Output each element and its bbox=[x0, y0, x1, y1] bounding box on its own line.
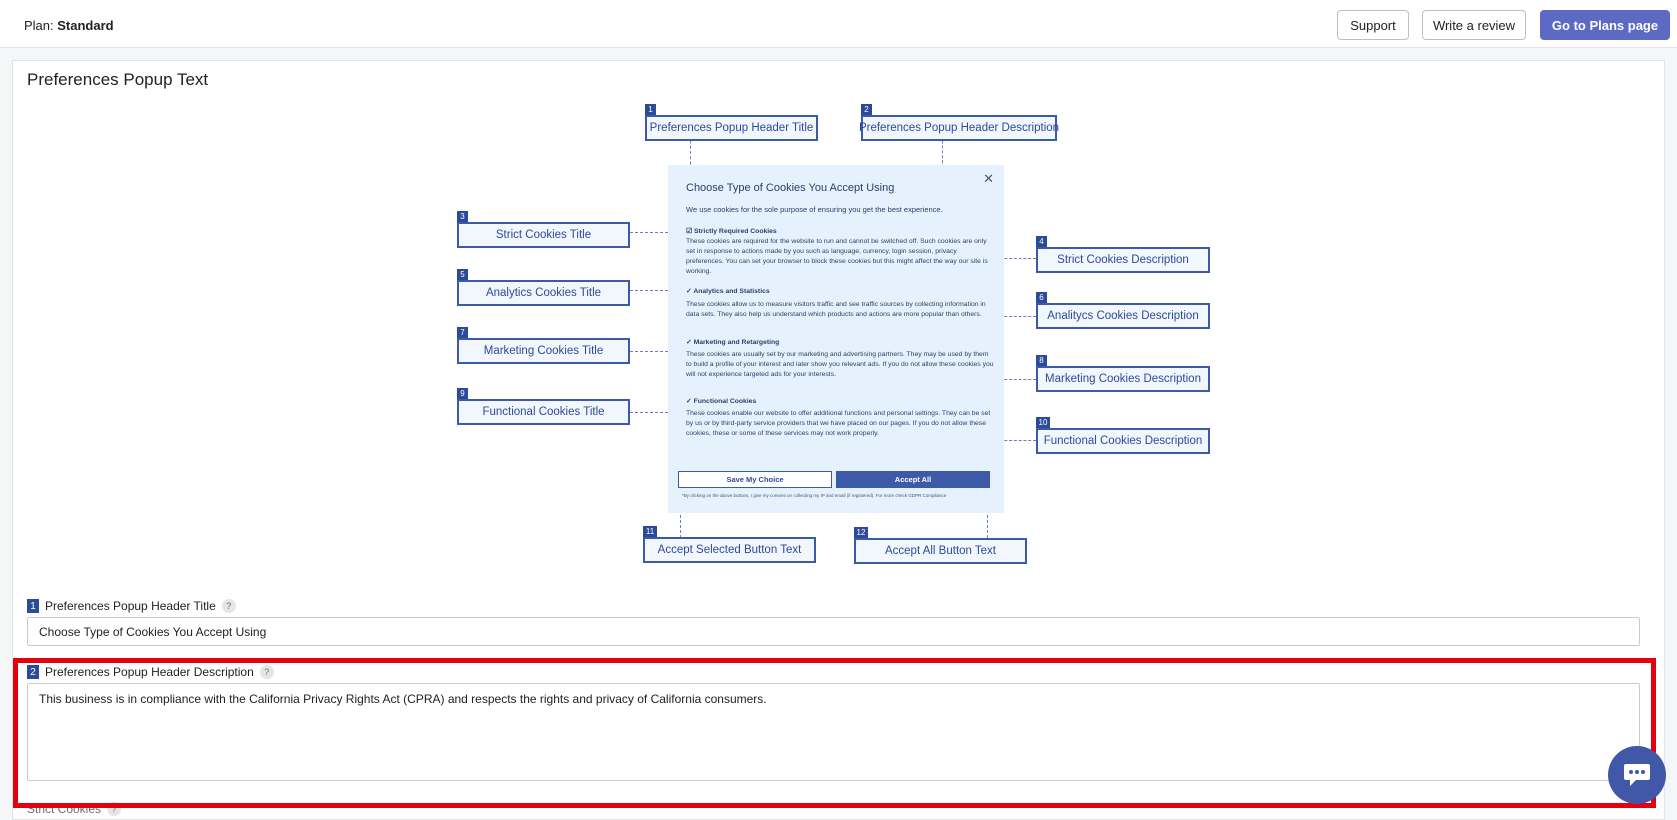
callout-strict-title: Strict Cookies Title bbox=[457, 222, 630, 248]
callout-number: 1 bbox=[645, 104, 656, 115]
callout-number: 3 bbox=[457, 211, 468, 222]
header-title-label-text: Preferences Popup Header Title bbox=[45, 599, 216, 613]
chat-icon bbox=[1624, 764, 1650, 786]
popup-section-desc: These cookies are usually set by our mar… bbox=[686, 351, 994, 378]
check-icon: ✓ bbox=[686, 339, 694, 346]
callout-number: 7 bbox=[457, 327, 468, 338]
callout-accept-selected: Accept Selected Button Text bbox=[643, 537, 816, 563]
popup-section-title: ✓ Functional Cookies bbox=[686, 398, 757, 405]
header-title-input[interactable] bbox=[27, 617, 1640, 646]
callout-accept-all: Accept All Button Text bbox=[854, 538, 1027, 564]
callout-marketing-title: Marketing Cookies Title bbox=[457, 338, 630, 364]
callout-number: 6 bbox=[1036, 292, 1047, 303]
popup-section-title: ☑ Strictly Required Cookies bbox=[686, 228, 777, 235]
chat-button[interactable] bbox=[1608, 746, 1666, 804]
popup-section-desc: These cookies are required for the websi… bbox=[686, 238, 988, 275]
checkbox-icon: ☑ bbox=[686, 228, 694, 235]
close-icon: ✕ bbox=[983, 171, 994, 186]
callout-functional-description: Functional Cookies Description bbox=[1036, 428, 1210, 454]
write-review-button[interactable]: Write a review bbox=[1422, 10, 1526, 40]
connector-11 bbox=[680, 510, 681, 538]
callout-number: 8 bbox=[1036, 355, 1047, 366]
support-button[interactable]: Support bbox=[1337, 10, 1409, 40]
callout-number: 10 bbox=[1036, 417, 1050, 428]
callout-strict-description: Strict Cookies Description bbox=[1036, 247, 1210, 273]
popup-accept-all-button: Accept All bbox=[836, 471, 990, 488]
callout-number: 12 bbox=[854, 527, 868, 538]
callout-number: 5 bbox=[457, 269, 468, 280]
callout-marketing-description: Marketing Cookies Description bbox=[1036, 366, 1210, 392]
callout-number: 9 bbox=[457, 388, 468, 399]
callout-number: 4 bbox=[1036, 236, 1047, 247]
header-title-label: 1 Preferences Popup Header Title ? bbox=[27, 599, 236, 613]
field-number-badge: 1 bbox=[27, 599, 39, 613]
callout-number: 2 bbox=[861, 104, 872, 115]
check-icon: ✓ bbox=[686, 398, 694, 405]
preferences-popup-diagram: ✕ Choose Type of Cookies You Accept Usin… bbox=[450, 100, 1220, 570]
plan-indicator: Plan: Standard bbox=[24, 18, 114, 33]
highlight-box bbox=[13, 658, 1656, 808]
popup-section-title: ✓ Analytics and Statistics bbox=[686, 288, 770, 295]
plan-prefix: Plan: bbox=[24, 18, 54, 33]
callout-header-description: Preferences Popup Header Description bbox=[859, 115, 1059, 141]
plan-name: Standard bbox=[57, 18, 114, 33]
section-title: Preferences Popup Text bbox=[27, 70, 209, 89]
popup-title: Choose Type of Cookies You Accept Using bbox=[686, 182, 895, 194]
popup-section-desc: These cookies enable our website to offe… bbox=[686, 410, 991, 437]
connector-12 bbox=[987, 510, 988, 538]
callout-analytics-title: Analytics Cookies Title bbox=[457, 280, 630, 306]
callout-analytics-description: Analitycs Cookies Description bbox=[1036, 303, 1210, 329]
go-to-plans-button[interactable]: Go to Plans page bbox=[1540, 10, 1670, 40]
help-icon[interactable]: ? bbox=[221, 599, 236, 613]
callout-number: 11 bbox=[643, 526, 657, 537]
popup-section-desc: These cookies allow us to measure visito… bbox=[686, 301, 986, 318]
popup-section-title: ✓ Marketing and Retargeting bbox=[686, 339, 780, 346]
popup-save-button: Save My Choice bbox=[678, 471, 832, 488]
popup-preview: ✕ Choose Type of Cookies You Accept Usin… bbox=[668, 165, 1004, 513]
callout-functional-title: Functional Cookies Title bbox=[457, 399, 630, 425]
popup-description: We use cookies for the sole purpose of e… bbox=[686, 205, 943, 214]
top-bar: Plan: Standard Support Write a review Go… bbox=[0, 0, 1677, 48]
callout-header-title: Preferences Popup Header Title bbox=[645, 115, 818, 141]
popup-consent-note: *By clicking on the above buttons, I giv… bbox=[682, 493, 947, 498]
